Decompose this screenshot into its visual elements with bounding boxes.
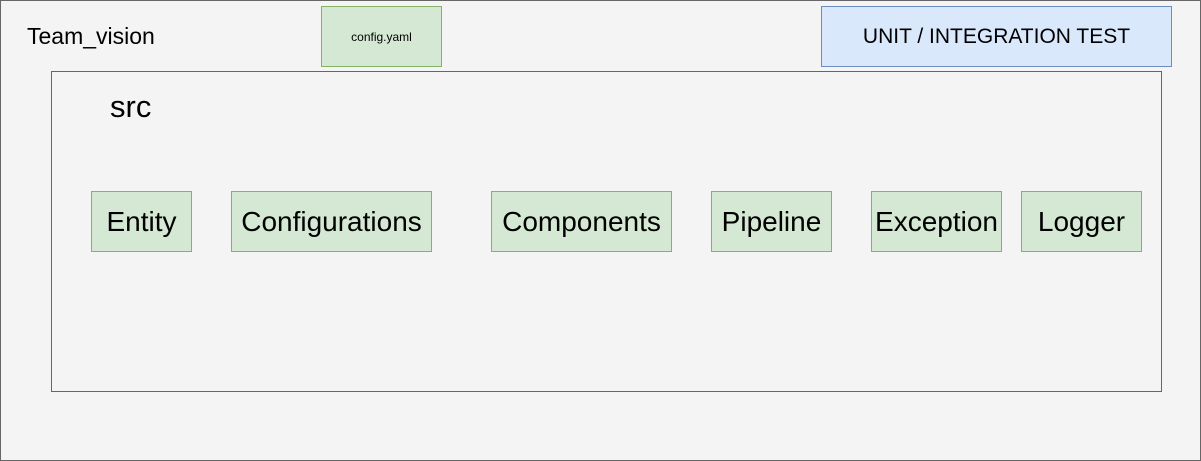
src-title: src	[110, 89, 152, 124]
module-label: Components	[502, 205, 661, 237]
config-file-label: config.yaml	[351, 29, 412, 44]
config-file-box: config.yaml	[321, 6, 442, 67]
module-label: Exception	[875, 205, 998, 237]
module-exception: Exception	[871, 191, 1002, 252]
module-pipeline: Pipeline	[711, 191, 832, 252]
module-label: Configurations	[241, 205, 422, 237]
src-container: src Entity Configurations Components Pip…	[51, 71, 1162, 392]
test-label: UNIT / INTEGRATION TEST	[862, 24, 1131, 48]
project-diagram: Team_vision config.yaml UNIT / INTEGRATI…	[0, 0, 1201, 461]
module-label: Entity	[106, 205, 177, 237]
module-configurations: Configurations	[231, 191, 432, 252]
project-title: Team_vision	[27, 23, 155, 49]
module-label: Pipeline	[721, 205, 822, 237]
module-entity: Entity	[91, 191, 192, 252]
module-components: Components	[491, 191, 672, 252]
module-label: Logger	[1037, 205, 1126, 237]
unit-integration-test-box: UNIT / INTEGRATION TEST	[821, 6, 1172, 67]
module-logger: Logger	[1021, 191, 1142, 252]
